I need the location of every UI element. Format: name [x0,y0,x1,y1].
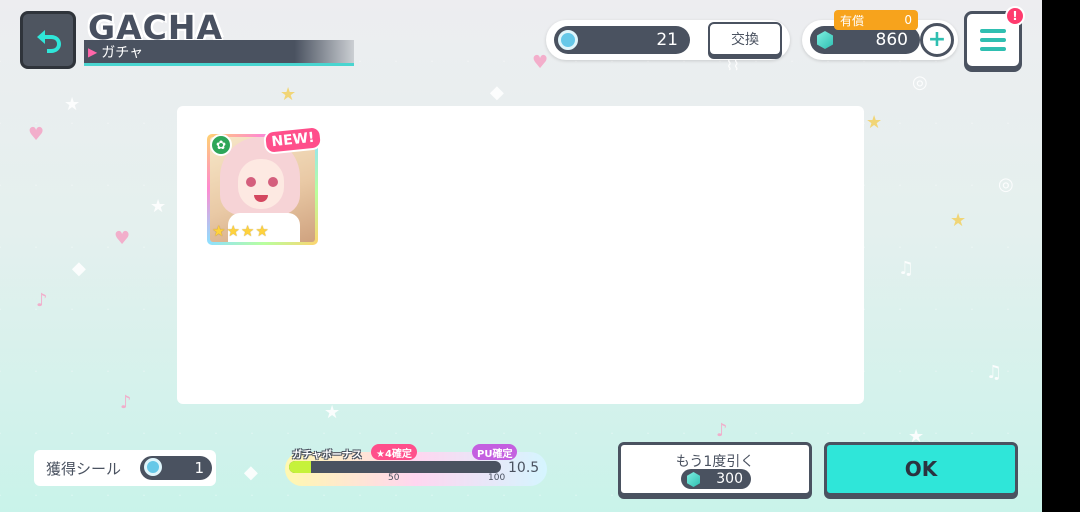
screen-edge [1042,0,1080,512]
star4-guarantee-badge: ★4確定 [371,444,417,460]
star-badge-icon: ★ [950,210,967,231]
sticker-coin-icon [144,458,162,476]
music-note-icon: ♪ [716,420,728,441]
progress-mark-50: 50 [388,473,400,483]
gacha-bonus-progress [289,461,501,473]
page-subtitle-bar: ▶ ガチャ [84,40,354,66]
star-icon: ★ [240,222,255,240]
paid-label: 有償 [840,13,865,28]
exchange-button[interactable]: 交換 [708,22,782,56]
gacha-bonus-progress-fill [289,461,312,473]
back-arrow-icon [37,30,61,53]
notification-badge: ! [1005,6,1025,26]
music-note-icon: ♪ [120,392,132,413]
sticker-coin-icon [558,30,578,50]
headphones-icon: ♫ [898,258,915,279]
disc-icon: ◎ [912,72,928,93]
gacha-bonus-title: ガチャボーナス [292,450,362,461]
progress-mark-100: 100 [488,473,506,483]
star-icon: ★ [212,222,226,240]
acquired-sticker-count: 1 [194,459,204,477]
diamond-icon: ◆ [72,258,86,279]
pickup-guarantee-badge: PU確定 [472,444,518,460]
music-note-icon: ♪ [36,290,48,311]
headphones-icon: ♫ [986,362,1003,383]
menu-icon-bar [980,38,1006,42]
acquired-sticker-label: 獲得シール [46,460,122,478]
star-badge-icon: ★ [280,84,297,105]
triangle-icon: ▶ [88,44,98,59]
draw-again-cost-value: 300 [716,471,743,487]
diamond-icon: ◆ [490,82,504,103]
draw-again-button[interactable]: もう1度引く 300 [618,442,812,496]
menu-icon-bar [980,47,1006,51]
heart-icon: ♥ [532,52,549,73]
add-gems-button[interactable]: + [920,23,954,57]
paid-gem-tag: 有償 0 [834,10,918,30]
gacha-bonus-value: 10.5 [508,460,540,476]
paid-count: 0 [904,13,912,27]
disc-icon: ◎ [998,174,1014,195]
star-icon: ★ [255,222,269,240]
gem-count: 860 [875,30,908,50]
diamond-icon: ◆ [244,462,258,483]
star-icon: ★ [64,94,81,115]
heart-icon: ♥ [28,124,45,145]
menu-icon-bar [980,29,1006,33]
sticker-count: 21 [656,30,678,50]
sprout-icon: ✿ [210,134,232,156]
star-icon: ★ [150,196,167,217]
ok-button[interactable]: OK [824,442,1018,496]
star-badge-icon: ★ [866,112,883,133]
back-button[interactable] [20,11,76,69]
plus-icon: + [927,27,947,52]
draw-again-label: もう1度引く [675,454,755,470]
page-subtitle: ガチャ [101,44,144,61]
star-icon: ★ [324,402,341,423]
rarity-stars: ★ ★ ★ ★ [212,222,269,240]
waveform-icon: ⌇⌇ [726,58,740,74]
heart-icon: ♥ [114,228,131,249]
star-icon: ★ [226,222,240,240]
